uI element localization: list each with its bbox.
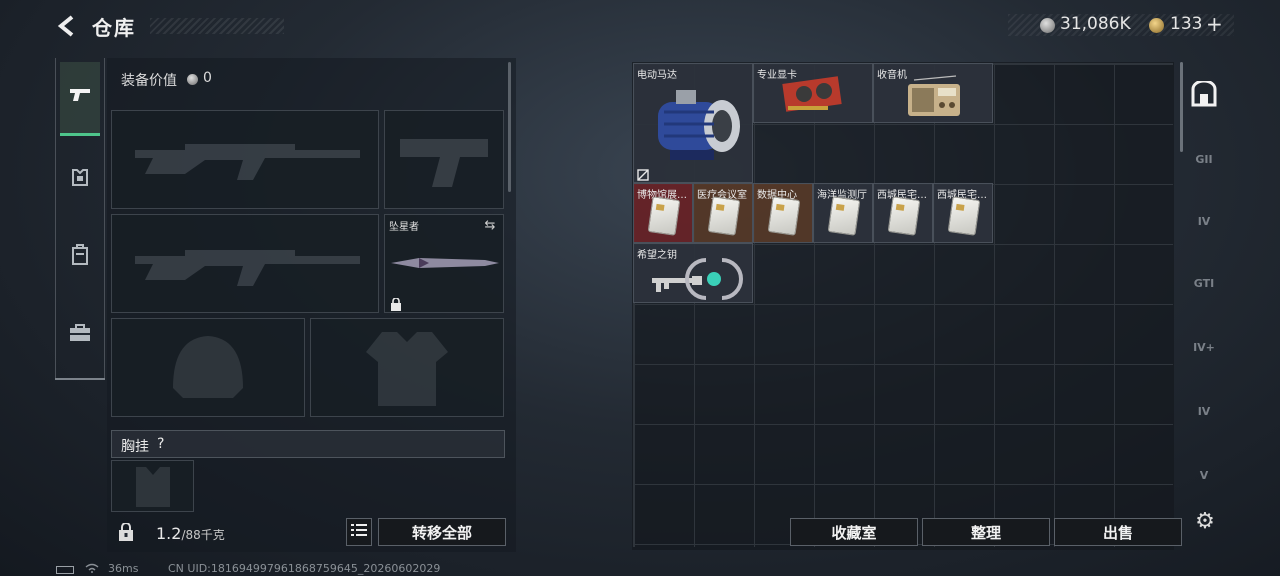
rifle-silhouette-icon <box>135 143 360 180</box>
helmet-slot[interactable] <box>111 318 305 417</box>
helmet-silhouette-icon <box>173 335 243 398</box>
silver-currency-amount: 31,086K <box>1060 14 1131 34</box>
item-label: 收音机 <box>877 70 907 81</box>
list-icon <box>351 523 367 541</box>
weight-current: 1.2 <box>156 524 182 543</box>
keycard-image <box>707 196 741 236</box>
storage-item-keycard[interactable]: 数据中心 <box>753 183 813 243</box>
secondary-weapon-slot[interactable] <box>111 214 379 313</box>
body-armor-slot[interactable] <box>310 318 504 417</box>
storage-item-keycard[interactable]: 海洋监测厅 <box>813 183 873 243</box>
keycard-image <box>767 196 801 236</box>
no-insure-icon <box>636 168 650 182</box>
storage-scrollbar[interactable] <box>1180 62 1183 152</box>
back-arrow-icon[interactable] <box>52 12 82 40</box>
wifi-icon <box>84 561 100 575</box>
safe-box-tab[interactable] <box>1184 70 1224 120</box>
settings-gear-icon[interactable]: ⚙ <box>1192 508 1218 534</box>
container-tab[interactable]: V <box>1184 450 1224 500</box>
storage-item-keycard[interactable]: 博物馆展… <box>633 183 693 243</box>
safe-box-icon <box>1190 79 1218 110</box>
storage-item-keycard[interactable]: 医疗会议室 <box>693 183 753 243</box>
sell-button[interactable]: 出售 <box>1054 518 1182 546</box>
pistol-icon <box>68 86 92 109</box>
organize-button[interactable]: 整理 <box>922 518 1050 546</box>
keycard-image <box>827 196 861 236</box>
chest-rig-slot[interactable] <box>111 460 194 512</box>
sidearm-slot[interactable] <box>384 110 504 209</box>
silver-coin-icon <box>1040 18 1055 33</box>
rifle-silhouette-icon <box>135 249 360 286</box>
loadout-scrollbar[interactable] <box>508 62 511 192</box>
nav-backpack-tab[interactable] <box>60 220 100 294</box>
equipment-value: 0 <box>203 70 212 86</box>
key-image <box>652 258 743 300</box>
vest-silhouette-icon <box>366 331 448 406</box>
melee-blade-image <box>391 258 499 268</box>
nav-weapons-tab[interactable] <box>60 62 100 136</box>
ping-text: 36ms <box>108 562 139 575</box>
gold-currency-amount: 133 <box>1170 14 1203 34</box>
container-tab[interactable]: GII <box>1184 134 1224 184</box>
radio-image <box>908 75 960 116</box>
keycard-image <box>887 196 921 236</box>
container-label: IV+ <box>1193 340 1215 354</box>
container-label: IV <box>1197 404 1211 418</box>
gold-coin-icon <box>1149 18 1164 33</box>
equipment-value-label: 装备价值 <box>121 73 177 89</box>
weight-max: /88千克 <box>181 528 225 542</box>
container-label: GTI <box>1193 276 1215 290</box>
page-title: 仓库 <box>92 16 136 40</box>
container-label: GII <box>1195 152 1213 166</box>
armor-icon <box>69 166 91 193</box>
briefcase-icon <box>69 323 91 347</box>
primary-weapon-slot[interactable] <box>111 110 379 209</box>
chest-rig-header <box>111 430 505 458</box>
lock-icon[interactable] <box>112 518 140 546</box>
container-tab[interactable]: IV <box>1184 386 1224 436</box>
nav-divider <box>55 378 105 380</box>
storage-item-keycard[interactable]: 西城民宅… <box>933 183 993 243</box>
melee-name: 坠星者 <box>389 222 419 233</box>
list-view-button[interactable] <box>346 518 372 546</box>
swap-icon[interactable]: ⇆ <box>481 217 499 233</box>
storage-item-hope-key[interactable]: 希望之钥 <box>633 243 753 303</box>
carry-weight: 1.2/88千克 <box>156 524 225 543</box>
container-label: V <box>1199 468 1209 482</box>
nav-armor-tab[interactable] <box>60 142 100 216</box>
storage-item-electric-motor[interactable]: 电动马达 <box>633 63 753 183</box>
title-decoration <box>150 18 284 34</box>
chest-rig-silhouette-icon <box>135 467 170 507</box>
transfer-all-button[interactable]: 转移全部 <box>378 518 506 546</box>
container-label: IV <box>1197 214 1211 228</box>
value-coin-icon <box>187 74 198 85</box>
collection-room-button[interactable]: 收藏室 <box>790 518 918 546</box>
chest-rig-help-button[interactable]: ? <box>157 436 164 452</box>
pistol-silhouette-icon <box>400 138 488 187</box>
storage-item-radio[interactable]: 收音机 <box>873 63 993 123</box>
backpack-icon <box>70 243 90 271</box>
keycard-image <box>947 196 981 236</box>
uid-text: CN UID:1816949979618687596​45_2026060202… <box>168 562 441 575</box>
container-tab[interactable]: IV <box>1184 196 1224 246</box>
graphics-card-image <box>782 76 842 112</box>
keycard-image <box>647 196 681 236</box>
storage-item-graphics-card[interactable]: 专业显卡 <box>753 63 873 123</box>
nav-case-tab[interactable] <box>60 298 100 372</box>
electric-motor-image <box>658 90 740 160</box>
lock-icon <box>389 297 403 311</box>
melee-slot[interactable]: 坠星者 ⇆ <box>384 214 504 313</box>
add-currency-button[interactable]: + <box>1206 12 1223 36</box>
chest-rig-label: 胸挂 <box>121 439 149 455</box>
container-tab[interactable]: GTI <box>1184 258 1224 308</box>
battery-icon <box>56 566 74 574</box>
container-tab[interactable]: IV+ <box>1184 322 1224 372</box>
storage-item-keycard[interactable]: 西城民宅… <box>873 183 933 243</box>
